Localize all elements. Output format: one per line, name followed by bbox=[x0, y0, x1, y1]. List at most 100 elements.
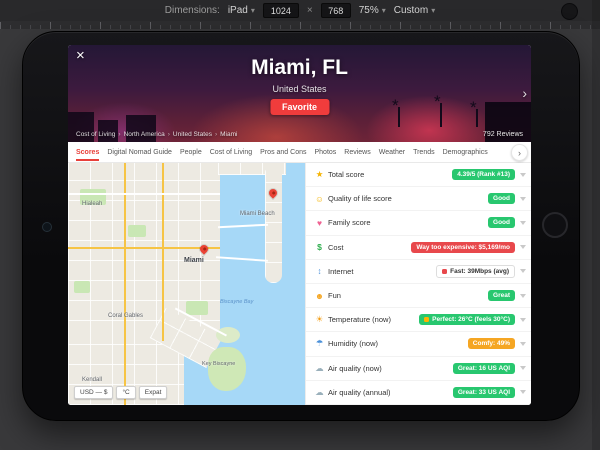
tab-bar: Scores Digital Nomad Guide People Cost o… bbox=[68, 142, 531, 163]
map-label-key-biscayne: Key Biscayne bbox=[202, 361, 236, 367]
score-badge: Perfect: 26°C (feels 30°C) bbox=[419, 314, 515, 326]
score-label: Family score bbox=[328, 218, 371, 228]
score-row-family-score[interactable]: Family score Good bbox=[306, 211, 531, 236]
badge-text: Good bbox=[493, 195, 510, 203]
home-button bbox=[542, 212, 568, 238]
score-badge: Good bbox=[488, 193, 515, 205]
score-row-fun[interactable]: Fun Great bbox=[306, 284, 531, 309]
favorite-button[interactable]: Favorite bbox=[269, 99, 330, 115]
map-park bbox=[74, 281, 90, 293]
score-row-internet[interactable]: Internet Fast: 39Mbps (avg) bbox=[306, 260, 531, 284]
tab-demographics[interactable]: Demographics bbox=[443, 143, 488, 161]
zoom-select-value: 75% bbox=[358, 5, 379, 16]
height-input[interactable] bbox=[320, 3, 351, 18]
score-badge: Comfy: 49% bbox=[467, 338, 515, 350]
width-input[interactable] bbox=[262, 3, 299, 18]
badge-text: 4.39/5 (Rank #13) bbox=[457, 171, 510, 179]
score-label: Total score bbox=[328, 170, 365, 180]
score-badge: Great bbox=[488, 290, 515, 302]
badge-text: Comfy: 49% bbox=[472, 340, 510, 348]
droplet-icon bbox=[314, 338, 325, 349]
tablet-screen: × Miami, FL United States Favorite Cost … bbox=[68, 45, 531, 405]
score-badge: Great: 33 US AQI bbox=[452, 386, 515, 398]
wind-icon bbox=[314, 387, 325, 398]
tab-weather[interactable]: Weather bbox=[379, 143, 405, 161]
chevron-right-icon[interactable]: › bbox=[522, 85, 527, 101]
chevron-down-icon bbox=[520, 317, 526, 322]
score-row-air-quality-now[interactable]: Air quality (now) Great: 16 US AQI bbox=[306, 357, 531, 381]
score-badge: Way too expensive: $5,169/mo bbox=[411, 241, 515, 253]
badge-text: Great: 16 US AQI bbox=[457, 364, 510, 372]
more-tabs-button[interactable]: › bbox=[511, 144, 528, 161]
score-row-air-quality-annual[interactable]: Air quality (annual) Great: 33 US AQI bbox=[306, 381, 531, 405]
score-row-cost[interactable]: Cost Way too expensive: $5,169/mo bbox=[306, 236, 531, 260]
breadcrumb-link[interactable]: United States bbox=[173, 131, 212, 138]
caret-down-icon: ▾ bbox=[250, 6, 255, 15]
throttling-select[interactable]: Custom ▾ bbox=[394, 5, 435, 16]
score-row-humidity[interactable]: Humidity (now) Comfy: 49% bbox=[306, 332, 531, 357]
score-row-quality-of-life[interactable]: Quality of life score Good bbox=[306, 187, 531, 212]
badge-text: Great: 33 US AQI bbox=[457, 388, 510, 396]
map-controls: USD — $ °C Expat bbox=[74, 386, 168, 399]
badge-text: Way too expensive: $5,169/mo bbox=[416, 243, 510, 251]
tab-photos[interactable]: Photos bbox=[314, 143, 336, 161]
chevron-down-icon bbox=[520, 293, 526, 298]
speed-indicator-dot bbox=[442, 268, 448, 274]
caret-down-icon: ▾ bbox=[431, 6, 436, 15]
reviews-count[interactable]: 792 Reviews bbox=[483, 131, 523, 138]
chevron-down-icon bbox=[520, 220, 526, 225]
map-causeway bbox=[217, 223, 269, 228]
tab-pros-and-cons[interactable]: Pros and Cons bbox=[260, 143, 306, 161]
page-title: Miami, FL bbox=[251, 56, 348, 79]
map-highway bbox=[68, 247, 220, 249]
wind-icon bbox=[314, 363, 325, 374]
map-label-kendall: Kendall bbox=[82, 377, 103, 383]
score-label: Temperature (now) bbox=[328, 315, 391, 325]
score-label: Fun bbox=[328, 291, 341, 301]
score-row-temperature[interactable]: Temperature (now) Perfect: 26°C (feels 3… bbox=[306, 308, 531, 333]
device-select[interactable]: iPad ▾ bbox=[228, 5, 255, 16]
tab-cost-of-living[interactable]: Cost of Living bbox=[210, 143, 252, 161]
responsive-design-view: Dimensions: iPad ▾ × 75% ▾ Custom ▾ bbox=[0, 0, 600, 450]
caret-down-icon: ▾ bbox=[381, 6, 386, 15]
tab-reviews[interactable]: Reviews bbox=[344, 143, 370, 161]
map-island-miami-beach bbox=[265, 169, 282, 283]
family-icon bbox=[314, 218, 325, 228]
tab-scores[interactable]: Scores bbox=[76, 143, 99, 161]
score-label: Cost bbox=[328, 242, 344, 252]
score-label: Humidity (now) bbox=[328, 339, 379, 349]
map-causeway bbox=[216, 256, 268, 262]
zoom-select[interactable]: 75% ▾ bbox=[359, 5, 386, 16]
currency-button[interactable]: USD — $ bbox=[74, 386, 114, 399]
map-park bbox=[128, 225, 146, 237]
smiley-icon bbox=[314, 194, 325, 204]
badge-text: Good bbox=[493, 219, 510, 227]
breadcrumb-link[interactable]: Miami bbox=[220, 131, 237, 138]
thermometer-icon bbox=[314, 314, 325, 325]
city-map[interactable]: Hialeah Miami Beach Miami Coral Gables K… bbox=[68, 163, 305, 405]
score-label: Quality of life score bbox=[328, 194, 392, 204]
device-toolbar: Dimensions: iPad ▾ × 75% ▾ Custom ▾ bbox=[0, 0, 600, 22]
chevron-right-icon: › bbox=[518, 147, 521, 158]
score-row-total-score[interactable]: Total score 4.39/5 (Rank #13) bbox=[306, 163, 531, 188]
horizontal-ruler bbox=[0, 21, 600, 29]
chevron-down-icon bbox=[520, 196, 526, 201]
breadcrumb-link[interactable]: North America bbox=[124, 131, 165, 138]
tab-digital-nomad-guide[interactable]: Digital Nomad Guide bbox=[107, 143, 172, 161]
palm-tree-silhouette bbox=[470, 98, 478, 127]
map-road bbox=[68, 193, 220, 195]
map-label-miami-beach: Miami Beach bbox=[240, 211, 275, 217]
tab-trends[interactable]: Trends bbox=[413, 143, 435, 161]
tab-people[interactable]: People bbox=[180, 143, 202, 161]
map-label-miami: Miami bbox=[184, 257, 204, 264]
badge-text: Fast: 39Mbps (avg) bbox=[450, 267, 509, 275]
toolbar-menu-button[interactable] bbox=[561, 3, 578, 20]
chevron-down-icon bbox=[520, 172, 526, 177]
temperature-unit-button[interactable]: °C bbox=[116, 386, 136, 399]
breadcrumb-link[interactable]: Cost of Living bbox=[76, 131, 115, 138]
score-label: Internet bbox=[328, 266, 354, 276]
breadcrumb-separator: › bbox=[214, 131, 218, 138]
score-badge: Good bbox=[488, 217, 515, 229]
expat-button[interactable]: Expat bbox=[138, 386, 168, 399]
device-select-value: iPad bbox=[227, 5, 248, 16]
